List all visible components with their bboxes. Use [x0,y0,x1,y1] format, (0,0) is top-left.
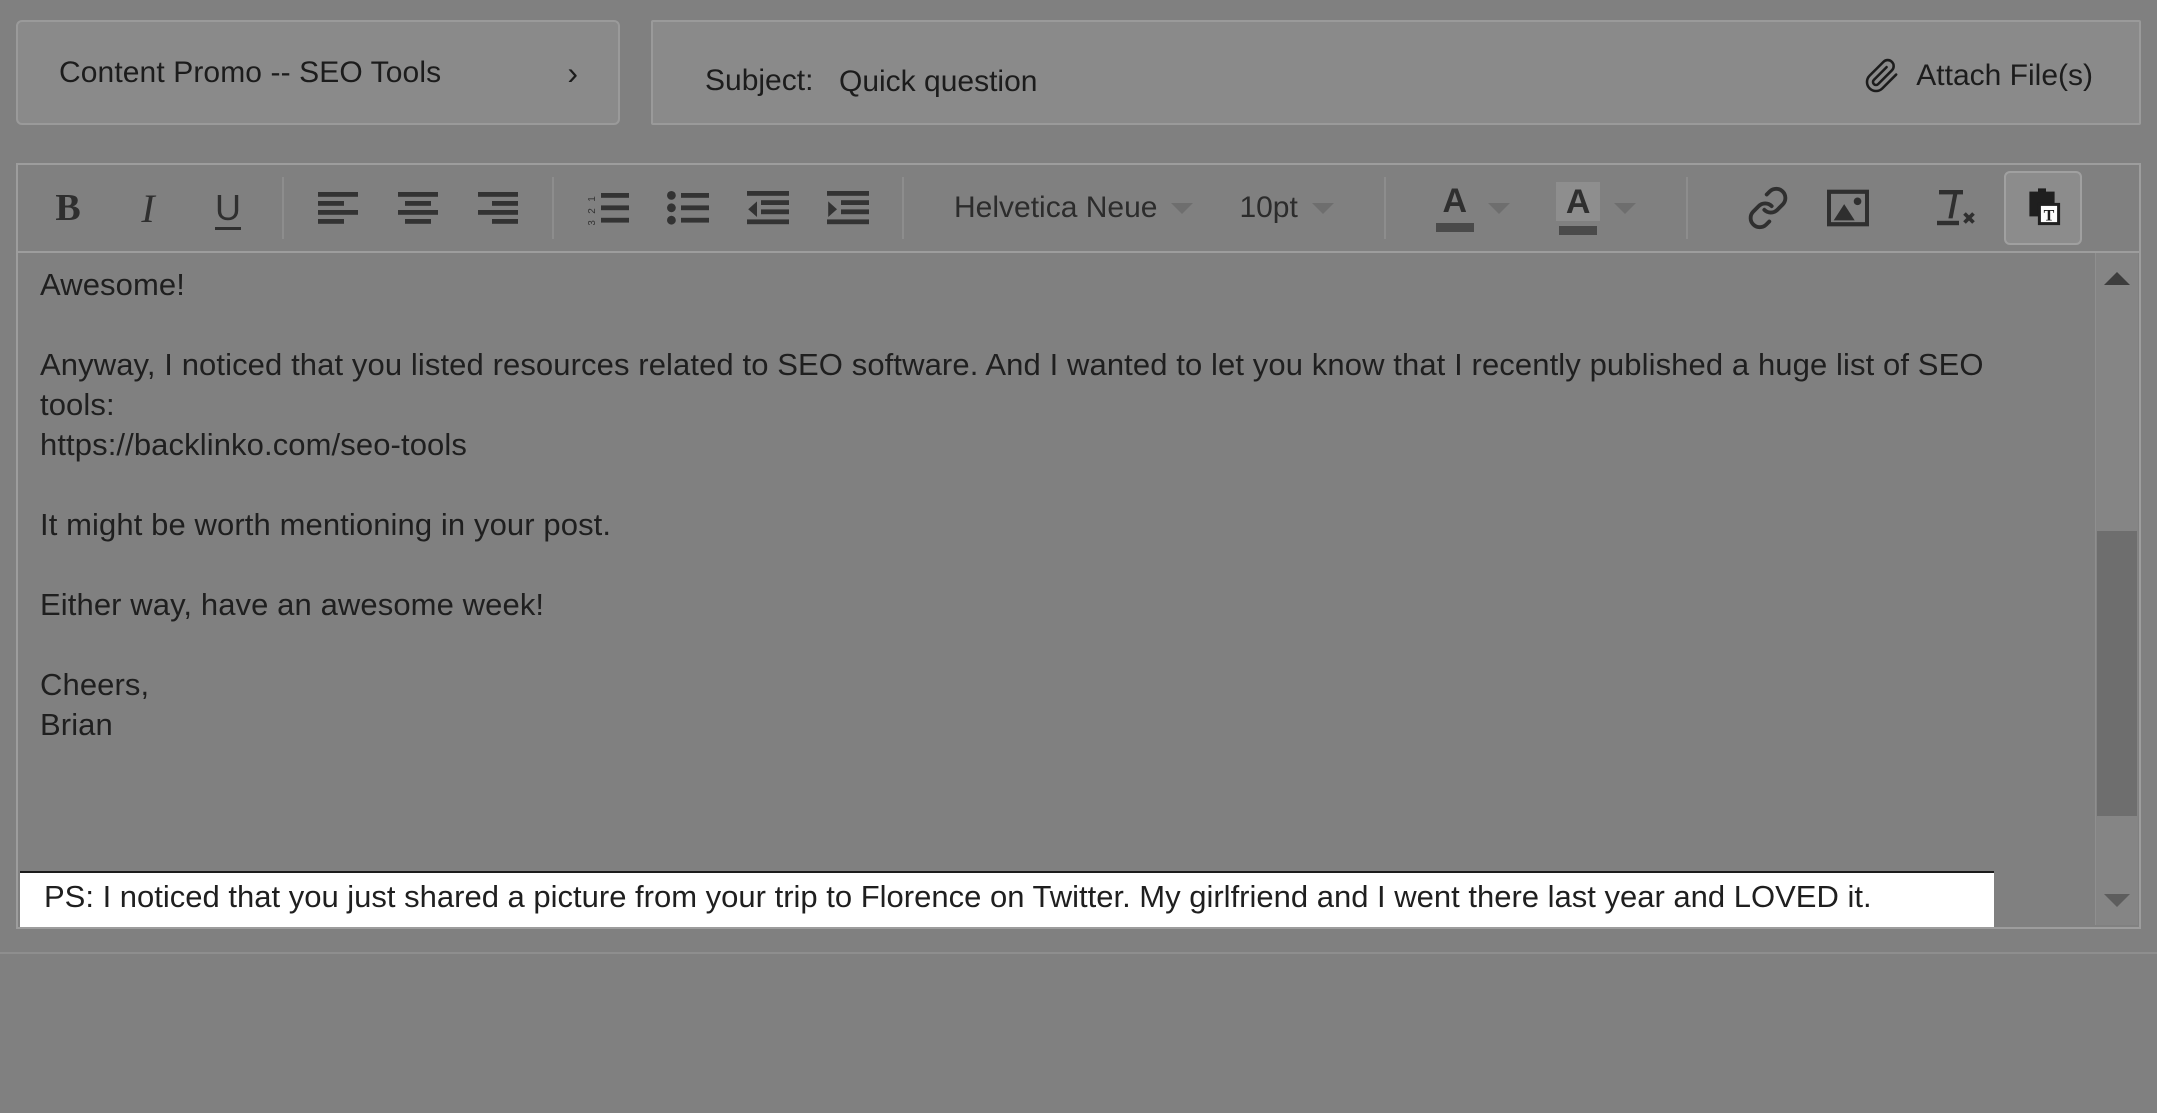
svg-text:T: T [2044,207,2055,224]
highlight-color-icon: A [1555,181,1601,235]
underline-icon: U [215,187,241,228]
insert-image-button[interactable] [1808,164,1888,252]
align-center-button[interactable] [378,164,458,252]
outdent-button[interactable] [728,164,808,252]
toolbar-divider [1383,177,1386,239]
svg-text:2: 2 [587,208,598,214]
ps-highlight-box[interactable]: PS: I noticed that you just shared a pic… [20,871,1994,927]
bulleted-list-icon [667,191,709,225]
compose-footer: Tracking: Off › Reminders: Off › Send no… [0,954,2157,1113]
campaign-selector[interactable]: Content Promo -- SEO Tools › [16,20,620,125]
highlight-color-glyph: A [1555,181,1601,221]
chevron-right-icon: › [567,54,578,91]
subject-field-container[interactable]: Subject: Attach File(s) [651,20,2141,125]
indent-icon [827,191,869,225]
toolbar-divider [902,177,904,239]
svg-text:3: 3 [587,220,598,225]
triangle-down-icon [2104,893,2130,907]
highlight-color-button[interactable]: A [1546,164,1647,252]
subject-input[interactable] [837,64,1841,100]
align-left-button[interactable] [298,164,378,252]
italic-button[interactable]: I [108,164,188,252]
numbered-list-button[interactable]: 1 2 3 [568,164,648,252]
toolbar-divider [282,177,284,239]
triangle-up-icon [2104,271,2130,285]
text-color-glyph: A [1442,182,1468,220]
email-body-text[interactable]: Awesome! Anyway, I noticed that you list… [40,265,2049,745]
align-center-icon [398,192,438,224]
paste-as-text-icon: T [2023,188,2063,228]
editor-panel: B I U 1 2 3 Helvetica Neue 10pt A A T Aw… [16,163,2141,929]
italic-icon: I [141,185,155,231]
text-color-button[interactable]: A [1426,164,1520,252]
svg-text:1: 1 [587,196,598,202]
chevron-down-icon [1171,202,1194,214]
chevron-down-icon [1487,202,1510,214]
attach-files-button[interactable]: Attach File(s) [1864,58,2093,94]
outdent-icon [747,191,789,225]
clear-formatting-button[interactable] [1914,164,1994,252]
insert-link-button[interactable] [1728,164,1808,252]
bold-icon: B [55,187,81,229]
numbered-list-icon: 1 2 3 [587,191,629,225]
scrollbar-up-button[interactable] [2096,257,2138,299]
underline-button[interactable]: U [188,164,268,252]
body-scrollbar[interactable] [2095,253,2138,925]
link-icon [1746,186,1790,230]
bulleted-list-button[interactable] [648,164,728,252]
paperclip-icon [1864,58,1900,94]
align-left-icon [318,192,358,224]
indent-button[interactable] [808,164,888,252]
font-size-value: 10pt [1239,191,1298,224]
highlight-color-swatch [1559,225,1598,235]
email-body-area[interactable]: Awesome! Anyway, I noticed that you list… [18,253,2139,927]
compose-email-window: Content Promo -- SEO Tools › Subject: At… [0,0,2157,1113]
clear-formatting-icon [1932,188,1976,228]
ps-text[interactable]: PS: I noticed that you just shared a pic… [44,877,1980,917]
subject-label: Subject: [705,64,814,97]
attach-files-label: Attach File(s) [1916,59,2093,92]
chevron-down-icon [1614,202,1637,214]
toolbar-divider [552,177,554,239]
scrollbar-down-button[interactable] [2096,879,2138,921]
toolbar-divider [1686,177,1689,239]
campaign-label: Content Promo -- SEO Tools [59,55,442,89]
align-right-button[interactable] [458,164,538,252]
font-family-selector[interactable]: Helvetica Neue [944,164,1203,252]
paste-as-text-button[interactable]: T [2004,171,2083,245]
bold-button[interactable]: B [28,164,108,252]
formatting-toolbar: B I U 1 2 3 Helvetica Neue 10pt A A T [18,165,2139,253]
image-icon [1827,189,1870,227]
scrollbar-thumb[interactable] [2097,531,2137,816]
font-size-selector[interactable]: 10pt [1229,164,1343,252]
text-color-swatch [1435,223,1474,232]
font-family-value: Helvetica Neue [954,191,1158,224]
text-color-icon: A [1435,182,1474,232]
compose-header: Content Promo -- SEO Tools › Subject: At… [0,0,2157,150]
chevron-down-icon [1311,202,1334,214]
align-right-icon [478,192,518,224]
